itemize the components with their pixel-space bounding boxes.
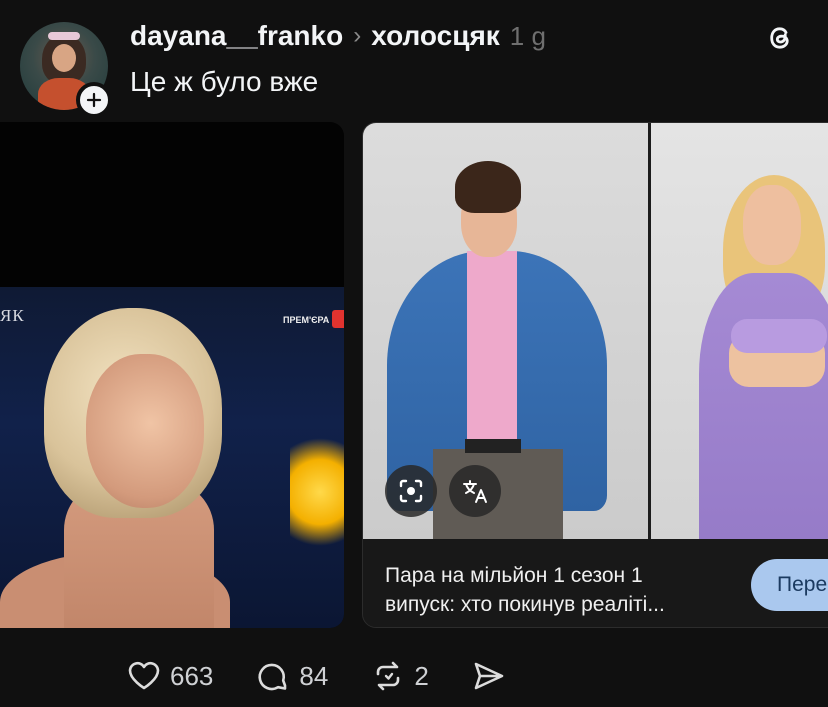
username-link[interactable]: dayana__franko	[130, 20, 343, 52]
man-hair	[455, 161, 521, 213]
plus-icon	[86, 92, 102, 108]
avatar-face	[52, 44, 76, 72]
like-count: 663	[170, 660, 214, 691]
woman2-face	[743, 185, 801, 265]
comment-icon	[258, 663, 287, 691]
link-title-line-2: випуск: хто покинув реаліті...	[385, 593, 665, 616]
chevron-right-icon: ›	[353, 22, 362, 49]
repost-button[interactable]: 2	[370, 658, 429, 694]
like-button[interactable]: 663	[126, 658, 213, 694]
post-timestamp: 1 g	[509, 21, 546, 51]
link-card[interactable]: Пара на мільйон 1 сезон 1 випуск: хто по…	[363, 539, 828, 627]
link-preview[interactable]: Пара на мільйон 1 сезон 1 випуск: хто по…	[362, 122, 828, 628]
post-header: dayana__franko › холосцяк 1 g	[130, 20, 546, 52]
stage-light	[290, 427, 344, 557]
post-text: Це ж було вже	[130, 66, 319, 97]
lens-button[interactable]	[385, 465, 437, 517]
man-belt	[465, 439, 521, 453]
premiere-label: ПРЕМ'ЄРА	[283, 315, 330, 325]
channel-logo-icon	[332, 310, 344, 328]
send-icon	[474, 662, 504, 690]
reply-button[interactable]: 84	[255, 658, 328, 694]
open-link-button[interactable]: Пере	[751, 559, 828, 611]
man-shirt	[467, 251, 517, 441]
woman2-suit	[699, 273, 828, 539]
woman-face	[86, 354, 204, 508]
photo-woman	[651, 123, 828, 539]
reply-count: 84	[299, 660, 329, 691]
woman2-top	[731, 319, 827, 353]
translate-icon	[463, 480, 487, 503]
repost-icon	[377, 661, 400, 691]
share-button[interactable]	[471, 658, 507, 694]
heart-icon	[128, 661, 160, 690]
community-link[interactable]: холосцяк	[371, 20, 500, 52]
translate-button[interactable]	[449, 465, 501, 517]
link-title-line-1: Пара на мільйон 1 сезон 1	[385, 564, 643, 587]
repost-count: 2	[414, 660, 429, 691]
threads-logo-icon[interactable]	[764, 22, 796, 54]
avatar-flower-crown	[48, 32, 80, 40]
link-title: Пара на мільйон 1 сезон 1 випуск: хто по…	[385, 561, 735, 619]
follow-button[interactable]	[76, 82, 112, 118]
post-actions: 663 84 2	[126, 654, 549, 698]
post-image-1[interactable]: ЯК ПРЕМ'ЄРА	[0, 122, 344, 628]
tv-show-logo: ЯК	[0, 306, 25, 325]
lens-icon	[399, 479, 423, 503]
